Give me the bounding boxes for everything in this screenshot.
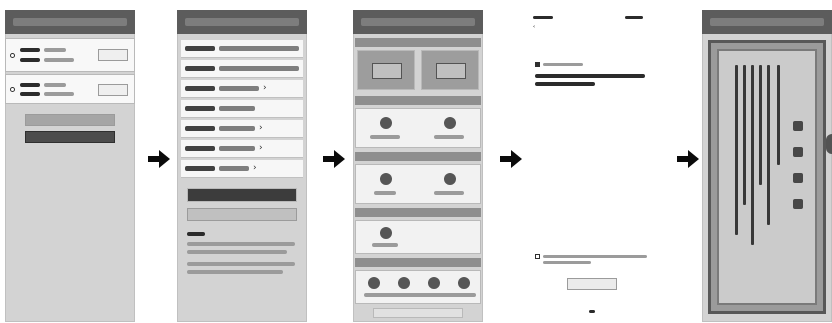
form-row[interactable] xyxy=(181,40,303,58)
tile-button[interactable] xyxy=(421,50,479,90)
gear-icon[interactable] xyxy=(368,277,380,289)
section-header xyxy=(355,152,481,161)
agree-checkbox[interactable] xyxy=(535,254,540,259)
tile-button[interactable] xyxy=(357,50,415,90)
top-bar xyxy=(177,10,307,34)
right-arrow-icon xyxy=(500,150,522,168)
screen-5 xyxy=(702,10,832,322)
person-icon[interactable] xyxy=(398,277,410,289)
radio-icon[interactable] xyxy=(10,87,15,92)
screen-3 xyxy=(353,10,483,322)
certificate-image xyxy=(708,40,826,314)
submit-button[interactable] xyxy=(187,208,297,221)
right-arrow-icon xyxy=(148,150,170,168)
form-row[interactable]: › xyxy=(181,140,303,158)
chevron-right-icon: › xyxy=(263,83,267,93)
section-header xyxy=(355,258,481,267)
chevron-right-icon: › xyxy=(253,163,257,173)
chevron-right-icon: › xyxy=(259,123,263,133)
screen-4: ‹ xyxy=(527,10,657,322)
back-icon[interactable]: ‹ xyxy=(533,24,535,30)
section-header xyxy=(355,96,481,105)
form-row[interactable] xyxy=(181,60,303,78)
screen-1 xyxy=(5,10,135,322)
form-row[interactable]: › xyxy=(181,120,303,138)
person-icon[interactable] xyxy=(380,117,392,129)
section-header xyxy=(355,38,481,47)
person-icon[interactable] xyxy=(380,173,392,185)
person-icon[interactable] xyxy=(444,173,456,185)
stamp-icon xyxy=(793,147,803,157)
form-row[interactable] xyxy=(181,100,303,118)
select-button[interactable] xyxy=(98,49,128,61)
stamp-icon xyxy=(793,199,803,209)
menu-group xyxy=(355,164,481,204)
top-bar xyxy=(702,10,832,34)
form-row[interactable]: › xyxy=(181,80,303,98)
top-bar xyxy=(5,10,135,34)
account-option-1[interactable] xyxy=(5,38,135,72)
add-button[interactable] xyxy=(25,114,115,126)
person-icon[interactable] xyxy=(444,117,456,129)
input-field[interactable] xyxy=(187,188,297,202)
menu-group xyxy=(355,270,481,304)
diamond-icon[interactable] xyxy=(458,277,470,289)
confirm-button[interactable] xyxy=(25,131,115,143)
document-icon xyxy=(535,62,540,67)
menu-group xyxy=(355,108,481,148)
form-row[interactable]: › xyxy=(181,160,303,178)
section-header xyxy=(355,208,481,217)
grid-icon[interactable] xyxy=(428,277,440,289)
menu-group xyxy=(355,220,481,254)
screen-2: › › › › xyxy=(177,10,307,322)
chevron-right-icon: › xyxy=(259,143,263,153)
footer-bar xyxy=(373,308,463,318)
stamp-icon xyxy=(793,173,803,183)
floating-action-button[interactable] xyxy=(826,134,832,154)
radio-icon[interactable] xyxy=(10,53,15,58)
top-bar xyxy=(353,10,483,34)
select-button[interactable] xyxy=(98,84,128,96)
right-arrow-icon xyxy=(323,150,345,168)
gear-icon[interactable] xyxy=(380,227,392,239)
confirm-button[interactable] xyxy=(567,278,617,290)
account-option-2[interactable] xyxy=(5,74,135,104)
right-arrow-icon xyxy=(677,150,699,168)
stamp-icon xyxy=(793,121,803,131)
